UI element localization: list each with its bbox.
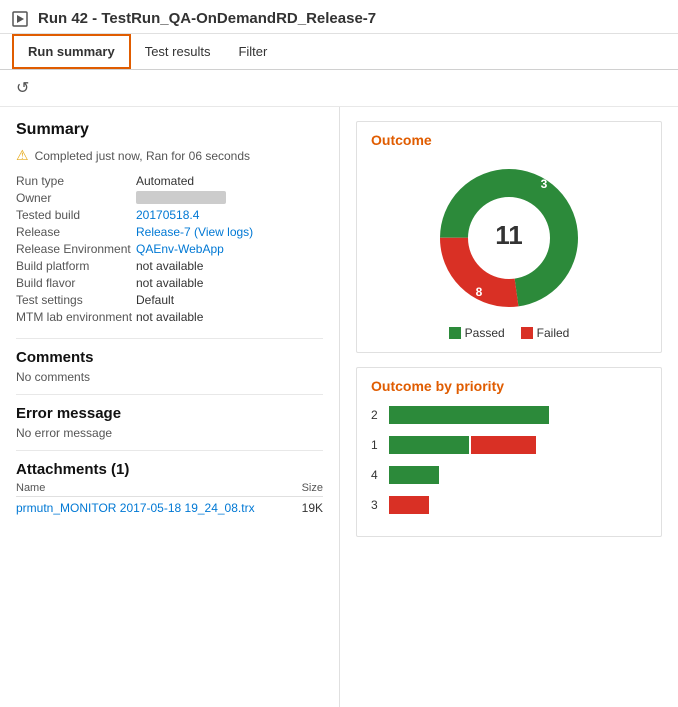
bar-container-2 [389, 406, 647, 424]
warning-icon: ⚠ [16, 147, 29, 164]
bar-green-1 [389, 436, 469, 454]
value-release[interactable]: Release-7 (View logs) [136, 225, 323, 239]
priority-label-3: 3 [371, 498, 389, 512]
label-build-flavor: Build flavor [16, 276, 136, 290]
value-mtm-lab: not available [136, 310, 323, 324]
bar-red-3 [389, 496, 429, 514]
priority-row-2: 2 [371, 404, 647, 426]
priority-label-1: 1 [371, 438, 389, 452]
priority-title: Outcome by priority [371, 378, 647, 394]
attachments-title: Attachments (1) [16, 461, 323, 478]
label-run-type: Run type [16, 174, 136, 188]
priority-row-3: 3 [371, 494, 647, 516]
bar-container-3 [389, 496, 647, 514]
attachment-size: 19K [302, 501, 323, 515]
svg-text:8: 8 [476, 285, 483, 299]
page-title: Run 42 - TestRun_QA-OnDemandRD_Release-7 [38, 10, 376, 27]
refresh-button[interactable]: ↺ [12, 76, 33, 100]
outcome-legend: Passed Failed [371, 326, 647, 340]
error-message-title: Error message [16, 405, 323, 422]
priority-row-4: 4 [371, 464, 647, 486]
tab-run-summary[interactable]: Run summary [12, 34, 131, 69]
summary-title: Summary [16, 121, 323, 139]
warning-text: Completed just now, Ran for 06 seconds [35, 149, 250, 163]
passed-label: Passed [465, 326, 505, 340]
warning-row: ⚠ Completed just now, Ran for 06 seconds [16, 147, 323, 164]
svg-text:3: 3 [541, 177, 548, 191]
value-run-type: Automated [136, 174, 323, 188]
failed-color-swatch [521, 327, 533, 339]
bar-red-1 [471, 436, 536, 454]
tabs-bar: Run summary Test results Filter [0, 34, 678, 70]
donut-chart: 11 3 8 [429, 158, 589, 318]
attachments-col-name: Name [16, 482, 45, 494]
value-tested-build[interactable]: 20170518.4 [136, 208, 323, 222]
label-release-env: Release Environment [16, 242, 136, 256]
priority-box: Outcome by priority 2 1 4 [356, 367, 662, 537]
main-content: Summary ⚠ Completed just now, Ran for 06… [0, 107, 678, 707]
label-test-settings: Test settings [16, 293, 136, 307]
svg-text:11: 11 [495, 220, 523, 250]
bar-green-4 [389, 466, 439, 484]
value-test-settings: Default [136, 293, 323, 307]
divider-2 [16, 394, 323, 395]
bar-container-4 [389, 466, 647, 484]
divider-1 [16, 338, 323, 339]
label-owner: Owner [16, 191, 136, 205]
attachment-name[interactable]: prmutn_MONITOR 2017-05-18 19_24_08.trx [16, 501, 255, 515]
failed-label: Failed [537, 326, 570, 340]
right-panel: Outcome 11 3 8 [340, 107, 678, 707]
tab-filter[interactable]: Filter [224, 36, 281, 67]
bar-green-2 [389, 406, 549, 424]
bar-container-1 [389, 436, 647, 454]
label-build-platform: Build platform [16, 259, 136, 273]
donut-container: 11 3 8 [371, 158, 647, 318]
error-message-text: No error message [16, 426, 323, 440]
label-tested-build: Tested build [16, 208, 136, 222]
run-icon [12, 11, 28, 27]
value-owner [136, 191, 226, 204]
outcome-box: Outcome 11 3 8 [356, 121, 662, 353]
value-release-env[interactable]: QAEnv-WebApp [136, 242, 323, 256]
left-panel: Summary ⚠ Completed just now, Ran for 06… [0, 107, 340, 707]
comments-title: Comments [16, 349, 323, 366]
title-bar: Run 42 - TestRun_QA-OnDemandRD_Release-7 [0, 0, 678, 34]
value-build-flavor: not available [136, 276, 323, 290]
outcome-title: Outcome [371, 132, 647, 148]
attachments-col-size: Size [302, 482, 323, 494]
divider-3 [16, 450, 323, 451]
priority-row-1: 1 [371, 434, 647, 456]
tab-test-results[interactable]: Test results [131, 36, 225, 67]
label-release: Release [16, 225, 136, 239]
attachment-item: prmutn_MONITOR 2017-05-18 19_24_08.trx 1… [16, 501, 323, 515]
label-mtm-lab: MTM lab environment [16, 310, 136, 324]
priority-label-2: 2 [371, 408, 389, 422]
toolbar: ↺ [0, 70, 678, 107]
legend-failed: Failed [521, 326, 570, 340]
value-build-platform: not available [136, 259, 323, 273]
priority-label-4: 4 [371, 468, 389, 482]
legend-passed: Passed [449, 326, 505, 340]
attachments-header: Name Size [16, 482, 323, 497]
passed-color-swatch [449, 327, 461, 339]
comments-text: No comments [16, 370, 323, 384]
summary-info-grid: Run type Automated Owner Tested build 20… [16, 174, 323, 324]
